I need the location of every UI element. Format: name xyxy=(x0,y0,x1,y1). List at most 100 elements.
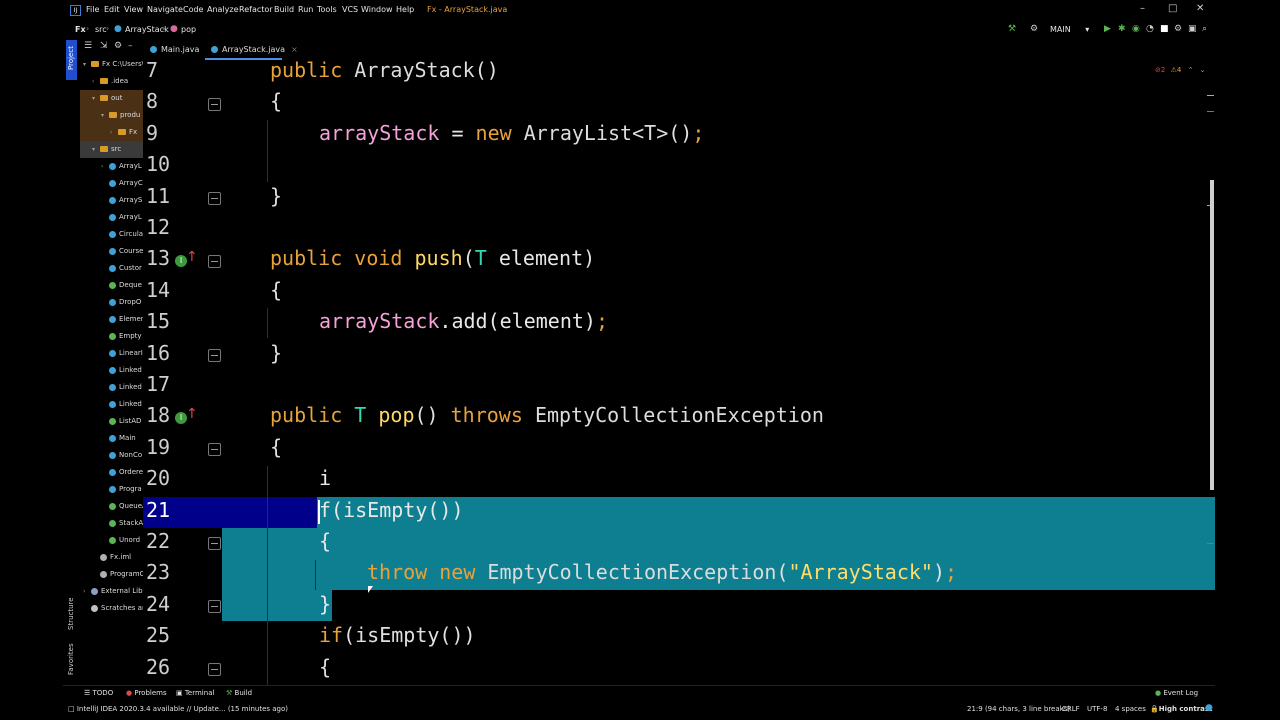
vcs-icon[interactable]: ⚙ xyxy=(1030,24,1038,34)
structure-tool-tab[interactable]: Structure xyxy=(67,597,75,630)
code-line[interactable]: } xyxy=(270,341,282,365)
maximize-button[interactable]: □ xyxy=(1168,3,1177,14)
caret-position[interactable]: 21:9 (94 chars, 3 line breaks) xyxy=(967,705,1070,713)
hide-icon[interactable]: – xyxy=(128,41,133,51)
search-icon[interactable]: ⌕ xyxy=(1202,24,1207,34)
fold-toggle[interactable] xyxy=(208,255,221,268)
fold-toggle[interactable] xyxy=(208,663,221,676)
project-tree-item[interactable]: Unord xyxy=(101,532,140,549)
close-button[interactable]: ✕ xyxy=(1196,3,1204,14)
project-tree-item[interactable]: Elemen xyxy=(101,311,145,328)
fold-toggle[interactable] xyxy=(208,537,221,550)
project-tree-item[interactable]: Linked xyxy=(101,379,142,396)
theme-indicator[interactable]: 🔒High contrast xyxy=(1150,705,1212,713)
code-line[interactable]: { xyxy=(319,529,331,553)
chevron-icon[interactable]: ▾ xyxy=(92,90,100,107)
inspection-widget[interactable]: ⊘2 ⚠4 ⌃ ⌄ xyxy=(1155,66,1206,74)
project-tree-item[interactable]: Custor xyxy=(101,260,142,277)
code-line[interactable]: if(isEmpty()) xyxy=(319,623,476,647)
project-tree-item[interactable]: ▾ src xyxy=(92,141,121,158)
chevron-icon[interactable]: › xyxy=(92,73,100,90)
project-tree-item[interactable]: ▾ out xyxy=(92,90,122,107)
project-tree-item[interactable]: Deque xyxy=(101,277,142,294)
profile-icon[interactable]: ◔ xyxy=(1146,24,1154,34)
code-line[interactable]: f(isEmpty()) xyxy=(319,498,464,522)
project-tree-item[interactable]: ▾ Fx C:\Users\ xyxy=(83,56,144,73)
error-stripe[interactable] xyxy=(1207,543,1214,544)
code-line[interactable]: { xyxy=(270,89,282,113)
minimize-button[interactable]: – xyxy=(1140,3,1145,14)
project-tree-item[interactable]: ArrayC xyxy=(101,175,143,192)
collapse-all-icon[interactable]: ☰ xyxy=(84,41,92,51)
menu-refactor[interactable]: Refactor xyxy=(239,5,273,14)
project-tree-item[interactable]: › External Libra xyxy=(83,583,150,600)
project-tree-item[interactable]: QueueA xyxy=(101,498,147,515)
chevron-up-icon[interactable]: ⌃ xyxy=(1188,66,1194,74)
code-line[interactable]: { xyxy=(319,655,331,679)
chevron-icon[interactable]: ▾ xyxy=(92,141,100,158)
notifications-icon[interactable]: ● xyxy=(1205,703,1213,713)
menu-run[interactable]: Run xyxy=(298,5,313,14)
project-tree-item[interactable]: LinearI xyxy=(101,345,143,362)
project-tree-item[interactable]: › .idea xyxy=(92,73,128,90)
code-line[interactable]: } xyxy=(319,592,331,616)
code-line[interactable]: i xyxy=(319,466,331,490)
problems-tool-button[interactable]: ● Problems xyxy=(126,689,167,697)
code-line[interactable]: arrayStack.add(element); xyxy=(319,309,608,333)
project-tree-item[interactable]: Linked xyxy=(101,362,142,379)
file-encoding[interactable]: UTF-8 xyxy=(1087,705,1107,713)
menu-code[interactable]: Code xyxy=(183,5,203,14)
menu-edit[interactable]: Edit xyxy=(104,5,120,14)
indent-setting[interactable]: 4 spaces xyxy=(1115,705,1146,713)
code-line[interactable]: { xyxy=(270,435,282,459)
project-tree-item[interactable]: Empty xyxy=(101,328,142,345)
menu-build[interactable]: Build xyxy=(274,5,294,14)
line-separator[interactable]: CRLF xyxy=(1062,705,1080,713)
fold-toggle[interactable] xyxy=(208,600,221,613)
breadcrumb-src[interactable]: src xyxy=(95,25,107,34)
menu-tools[interactable]: Tools xyxy=(317,5,337,14)
menu-window[interactable]: Window xyxy=(361,5,393,14)
event-log-button[interactable]: ● Event Log xyxy=(1155,689,1198,697)
code-line[interactable]: { xyxy=(270,278,282,302)
fold-toggle[interactable] xyxy=(208,192,221,205)
favorites-tool-tab[interactable]: Favorites xyxy=(67,643,75,675)
menu-file[interactable]: File xyxy=(86,5,99,14)
breadcrumb-project[interactable]: Fx xyxy=(75,25,86,34)
fold-toggle[interactable] xyxy=(208,443,221,456)
error-stripe[interactable] xyxy=(1207,111,1214,112)
chevron-down-icon[interactable]: ⌄ xyxy=(1200,66,1206,74)
code-line[interactable]: public void push(T element) xyxy=(270,246,595,270)
chevron-icon[interactable]: ▾ xyxy=(101,107,109,124)
project-tree-item[interactable]: Fx.iml xyxy=(92,549,131,566)
terminal-tool-button[interactable]: ▣ Terminal xyxy=(176,689,214,697)
menu-vcs[interactable]: VCS xyxy=(342,5,358,14)
project-tree-item[interactable]: DropO xyxy=(101,294,141,311)
project-tree-item[interactable]: Main xyxy=(101,430,136,447)
breadcrumb-method[interactable]: pop xyxy=(181,25,196,34)
fold-toggle[interactable] xyxy=(208,349,221,362)
menu-analyze[interactable]: Analyze xyxy=(207,5,239,14)
project-tree-item[interactable]: Linked xyxy=(101,396,142,413)
project-tree-item[interactable]: Circula xyxy=(101,226,143,243)
scroll-from-source-icon[interactable]: ⇲ xyxy=(100,41,108,51)
project-tree-item[interactable]: StackA xyxy=(101,515,143,532)
project-tree-item[interactable]: NonCo xyxy=(101,447,142,464)
code-line[interactable]: arrayStack = new ArrayList<T>(); xyxy=(319,121,704,145)
tab-arraystack-java[interactable]: ArrayStack.java × xyxy=(211,45,298,54)
project-tree-item[interactable]: ArrayS xyxy=(101,192,142,209)
debug-icon[interactable]: ✱ xyxy=(1118,24,1126,34)
code-line[interactable]: } xyxy=(270,184,282,208)
settings-icon[interactable]: ⚙ xyxy=(1174,24,1182,34)
code-line[interactable]: throw new EmptyCollectionException("Arra… xyxy=(367,560,957,584)
coverage-icon[interactable]: ◉ xyxy=(1132,24,1140,34)
build-tool-button[interactable]: ⚒ Build xyxy=(226,689,252,697)
chevron-icon[interactable]: › xyxy=(83,583,91,600)
project-tree-item[interactable]: Course xyxy=(101,243,143,260)
hammer-icon[interactable]: ⚒ xyxy=(1008,24,1016,34)
todo-tool-button[interactable]: ☰ TODO xyxy=(84,689,113,697)
chevron-icon[interactable]: › xyxy=(110,124,118,141)
project-tree-item[interactable]: ▾ produ xyxy=(101,107,140,124)
menu-navigate[interactable]: Navigate xyxy=(147,5,183,14)
code-line[interactable]: public ArrayStack() xyxy=(270,58,499,82)
